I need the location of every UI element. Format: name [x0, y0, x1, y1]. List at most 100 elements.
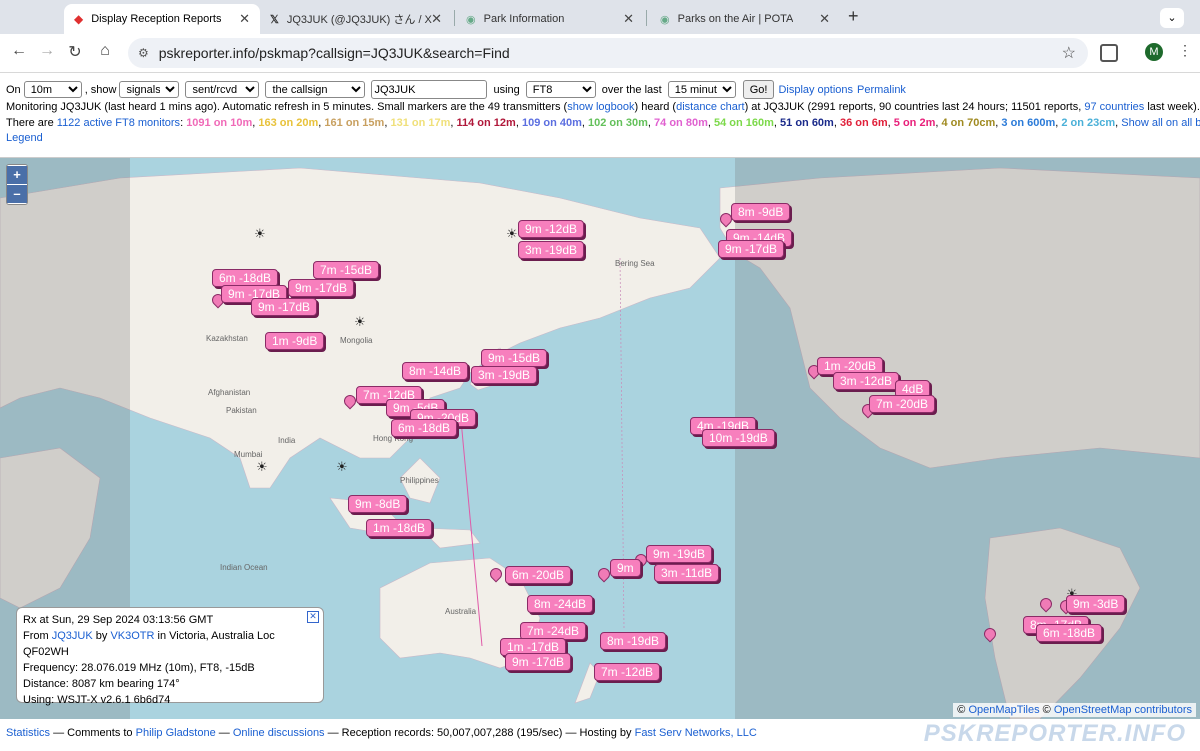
signal-label[interactable]: 8m -14dB	[402, 362, 469, 380]
distance-line: Distance: 8087 km bearing 174°	[23, 678, 180, 690]
reload-icon[interactable]: ↻	[64, 42, 86, 62]
new-tab-button[interactable]: +	[848, 6, 859, 27]
close-tab-icon[interactable]: ✕	[239, 11, 250, 27]
band-count[interactable]: 4 on 70cm	[941, 117, 995, 129]
forward-icon[interactable]: →	[36, 42, 58, 60]
signal-label[interactable]: 8m -19dB	[600, 632, 667, 650]
go-button[interactable]: Go!	[742, 80, 775, 99]
openstreetmap-link[interactable]: OpenStreetMap contributors	[1054, 704, 1192, 716]
signal-label[interactable]: 9m -17dB	[288, 279, 355, 297]
signal-label[interactable]: 9m -8dB	[348, 495, 408, 513]
site-info-icon[interactable]: ⚙	[138, 46, 149, 60]
tab-search-button[interactable]: ⌄	[1160, 8, 1184, 28]
signal-label[interactable]: 9m -17dB	[505, 653, 572, 671]
discussions-link[interactable]: Online discussions	[233, 727, 325, 739]
site-brand-logo: PSKREPORTER.INFO	[923, 720, 1186, 747]
signal-label[interactable]: 6m -20dB	[505, 566, 572, 584]
signal-label[interactable]: 9m	[610, 559, 641, 577]
tab-title: Park Information	[483, 13, 565, 25]
close-popup-icon[interactable]: ✕	[307, 611, 319, 623]
signal-label[interactable]: 9m -12dB	[518, 220, 585, 238]
url-text[interactable]: pskreporter.info/pskmap?callsign=JQ3JUK&…	[159, 45, 510, 61]
by-label: by	[95, 630, 108, 642]
signal-label[interactable]: 3m -19dB	[518, 241, 585, 259]
band-count[interactable]: 3 on 600m	[1001, 117, 1055, 129]
signal-label[interactable]: 3m -19dB	[471, 366, 538, 384]
author-link[interactable]: Philip Gladstone	[136, 727, 216, 739]
tab-twitter[interactable]: 𝕏 JQ3JUK (@JQ3JUK) さん / X ✕	[262, 4, 452, 34]
zoom-out-button[interactable]: –	[7, 185, 27, 203]
openmaptiles-link[interactable]: OpenMapTiles	[968, 704, 1039, 716]
tab-park-information[interactable]: ◉ Park Information ✕	[458, 4, 644, 34]
signal-label[interactable]: 9m -19dB	[646, 545, 713, 563]
zoom-in-button[interactable]: +	[7, 166, 27, 184]
signal-label[interactable]: 7m -15dB	[313, 261, 380, 279]
display-options-link[interactable]: Display options	[778, 84, 853, 96]
band-count[interactable]: 74 on 80m	[654, 117, 708, 129]
band-count[interactable]: 102 on 30m	[588, 117, 648, 129]
home-icon[interactable]: ⌂	[94, 42, 116, 60]
callsign-input[interactable]	[371, 80, 488, 99]
signal-label[interactable]: 8m -9dB	[731, 203, 791, 221]
band-count[interactable]: 161 on 15m	[324, 117, 384, 129]
close-tab-icon[interactable]: ✕	[623, 11, 634, 27]
signal-label[interactable]: 3m -11dB	[654, 564, 720, 582]
back-icon[interactable]: ←	[8, 42, 30, 60]
show-all-bands-link[interactable]: Show all on all bands.	[1121, 117, 1200, 129]
place-name: Kazakhstan	[206, 334, 248, 343]
signal-label[interactable]: 7m -20dB	[869, 395, 936, 413]
place-name: Afghanistan	[208, 388, 251, 397]
tab-bar: ◆ Display Reception Reports ✕ 𝕏 JQ3JUK (…	[0, 0, 1200, 34]
statistics-link[interactable]: Statistics	[6, 727, 50, 739]
signal-label[interactable]: 1m -18dB	[366, 519, 433, 537]
tx-callsign-link[interactable]: VK3OTR	[110, 630, 154, 642]
extensions-icon[interactable]	[1100, 44, 1118, 62]
signal-label[interactable]: 10m -19dB	[702, 429, 775, 447]
period-select[interactable]: 15 minutes	[667, 81, 736, 98]
mode-select[interactable]: FT8	[525, 81, 596, 98]
close-tab-icon[interactable]: ✕	[431, 11, 442, 27]
hosting-link[interactable]: Fast Serv Networks, LLC	[635, 727, 757, 739]
rx-callsign-link[interactable]: JQ3JUK	[52, 630, 93, 642]
band-count[interactable]: 54 on 160m	[714, 117, 774, 129]
legend-link[interactable]: Legend	[6, 132, 43, 144]
direction-select[interactable]: sent/rcvd by	[185, 81, 260, 98]
signal-label[interactable]: 9m -17dB	[251, 298, 318, 316]
signal-label[interactable]: 9m -3dB	[1066, 595, 1126, 613]
band-count[interactable]: 1091 on 10m	[186, 117, 252, 129]
band-count[interactable]: 51 on 60m	[780, 117, 834, 129]
band-count[interactable]: 5 on 2m	[894, 117, 936, 129]
signal-label[interactable]: 3m -12dB	[833, 372, 900, 390]
signal-label[interactable]: 6m -18dB	[391, 419, 458, 437]
show-logbook-link[interactable]: show logbook	[567, 101, 634, 113]
signal-label[interactable]: 9m -17dB	[718, 240, 785, 258]
target-select[interactable]: the callsign	[265, 81, 366, 98]
signal-label[interactable]: 7m -12dB	[594, 663, 661, 681]
signal-label[interactable]: 9m -15dB	[481, 349, 548, 367]
band-count[interactable]: 163 on 20m	[258, 117, 318, 129]
tab-display-reception-reports[interactable]: ◆ Display Reception Reports ✕	[64, 4, 260, 34]
permalink-link[interactable]: Permalink	[857, 84, 906, 96]
signal-label[interactable]: 1m -9dB	[265, 332, 325, 350]
bookmark-star-icon[interactable]: ☆	[1062, 43, 1076, 63]
countries-link[interactable]: 97 countries	[1084, 101, 1144, 113]
band-select[interactable]: 10m	[23, 81, 82, 98]
signal-label[interactable]: 6m -18dB	[1036, 624, 1103, 642]
close-tab-icon[interactable]: ✕	[819, 11, 830, 27]
band-count[interactable]: 109 on 40m	[522, 117, 582, 129]
pota-favicon-icon: ◉	[660, 13, 670, 26]
band-count[interactable]: 114 on 12m	[457, 117, 516, 129]
reception-map[interactable]: + – Bering Sea Kazakhstan Mongolia Afgha…	[0, 157, 1200, 719]
tab-pota[interactable]: ◉ Parks on the Air | POTA ✕	[652, 4, 840, 34]
show-select[interactable]: signals	[119, 81, 180, 98]
menu-icon[interactable]: ⋮	[1178, 42, 1192, 59]
address-bar[interactable]: ⚙ pskreporter.info/pskmap?callsign=JQ3JU…	[128, 38, 1088, 68]
band-count[interactable]: 36 on 6m	[840, 117, 888, 129]
active-monitors-link[interactable]: 1122 active FT8 monitors	[57, 117, 180, 129]
signal-label[interactable]: 8m -24dB	[527, 595, 594, 613]
distance-chart-link[interactable]: distance chart	[676, 101, 744, 113]
band-count[interactable]: 2 on 23cm	[1061, 117, 1115, 129]
profile-avatar[interactable]: M	[1145, 43, 1163, 61]
band-counts: 1091 on 10m, 163 on 20m, 161 on 15m, 131…	[186, 117, 1122, 129]
band-count[interactable]: 131 on 17m	[390, 117, 450, 129]
